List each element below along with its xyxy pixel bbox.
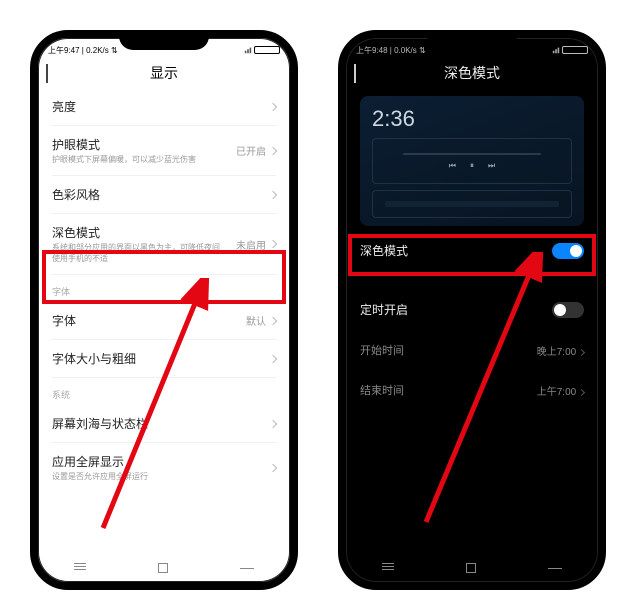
chevron-right-icon	[269, 354, 277, 362]
chevron-right-icon	[269, 146, 277, 154]
row-schedule-toggle[interactable]: 定时开启	[346, 289, 598, 330]
back-button[interactable]	[46, 64, 48, 82]
home-button[interactable]	[466, 563, 476, 573]
nav-bar	[346, 558, 598, 578]
status-left: 上午9:48 | 0.0K/s ⇅	[356, 45, 426, 56]
section-system: 系统	[38, 378, 290, 405]
page-title: 显示	[150, 63, 178, 83]
home-button[interactable]	[158, 563, 168, 573]
row-end-time[interactable]: 结束时间 上午7:00	[346, 370, 598, 410]
toggle-dark-mode[interactable]	[552, 243, 584, 259]
header: 深色模式	[346, 58, 598, 88]
recent-apps-button[interactable]	[382, 563, 394, 573]
chevron-right-icon	[269, 191, 277, 199]
media-controls-icon: ⏮⏸⏭	[379, 161, 565, 171]
chevron-right-icon	[578, 348, 585, 355]
preview-clock: 2:36	[372, 106, 572, 132]
chevron-left-icon	[354, 64, 356, 83]
row-fullscreen-apps[interactable]: 应用全屏显示 设置是否允许应用全屏运行	[38, 443, 290, 492]
row-notch-statusbar[interactable]: 屏幕刘海与状态栏	[38, 405, 290, 442]
chevron-right-icon	[578, 388, 585, 395]
dark-mode-preview-card: 2:36 ⏮⏸⏭	[360, 96, 584, 226]
chevron-left-icon	[46, 64, 48, 83]
section-font: 字体	[38, 275, 290, 302]
nav-bar	[38, 558, 290, 578]
status-icons	[552, 46, 588, 54]
battery-icon	[562, 46, 588, 54]
chevron-right-icon	[269, 102, 277, 110]
status-left: 上午9:47 | 0.2K/s ⇅	[48, 45, 118, 56]
back-nav-button[interactable]	[240, 568, 254, 569]
status-icons	[244, 46, 280, 54]
phone-right-dark-mode-settings: 上午9:48 | 0.0K/s ⇅ 深色模式 2:36 ⏮⏸⏭ 深色模式 定时开…	[338, 30, 606, 590]
row-font-size[interactable]: 字体大小与粗细	[38, 340, 290, 377]
battery-icon	[254, 46, 280, 54]
row-dark-mode[interactable]: 深色模式 系统和部分应用的界面以黑色为主，可降低夜间使用手机的不适 未启用	[38, 214, 290, 274]
row-brightness[interactable]: 亮度	[38, 88, 290, 125]
recent-apps-button[interactable]	[74, 563, 86, 573]
notch	[119, 36, 209, 50]
row-eyecare[interactable]: 护眼模式 护眼模式下屏幕偏暖，可以减少蓝光伤害 已开启	[38, 126, 290, 175]
row-dark-mode-toggle[interactable]: 深色模式	[346, 230, 598, 271]
header: 显示	[38, 58, 290, 88]
phone-left-display-settings: 上午9:47 | 0.2K/s ⇅ 显示 亮度 护眼模式 护眼模式下屏幕偏暖，可…	[30, 30, 298, 590]
chevron-right-icon	[269, 464, 277, 472]
row-color-style[interactable]: 色彩风格	[38, 176, 290, 213]
back-button[interactable]	[354, 64, 356, 82]
toggle-schedule[interactable]	[552, 302, 584, 318]
notch	[427, 36, 517, 50]
chevron-right-icon	[269, 240, 277, 248]
page-title: 深色模式	[444, 63, 500, 83]
back-nav-button[interactable]	[548, 568, 562, 569]
row-font[interactable]: 字体 默认	[38, 302, 290, 339]
row-start-time[interactable]: 开始时间 晚上7:00	[346, 330, 598, 370]
chevron-right-icon	[269, 419, 277, 427]
chevron-right-icon	[269, 316, 277, 324]
